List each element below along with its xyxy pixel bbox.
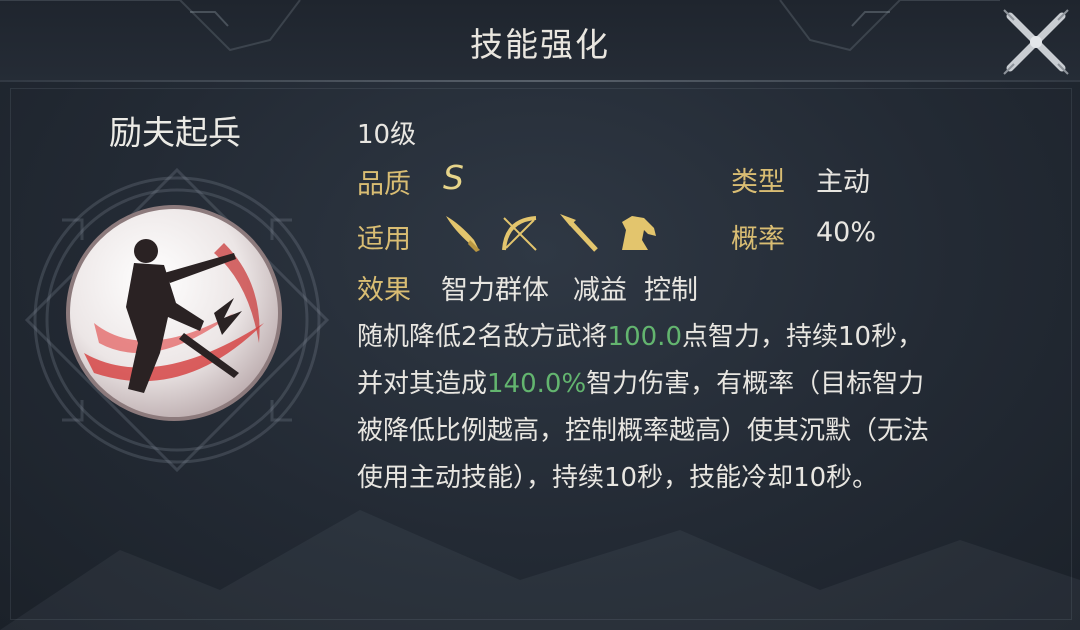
close-icon <box>1003 9 1069 75</box>
desc-text: 智力伤害，有概率（目标智力 <box>586 369 925 399</box>
mountain-watermark <box>0 510 1080 630</box>
quality-label: 品质 <box>357 169 411 200</box>
desc-text: 并对其造成 <box>357 369 488 399</box>
desc-text: 点智力，持续10秒， <box>681 322 924 352</box>
effect-tag: 智力群体 <box>441 275 549 306</box>
desc-highlight: 140.0% <box>487 369 587 399</box>
sword-icon <box>446 216 480 252</box>
type-label: 类型 <box>731 167 785 198</box>
type-value: 主动 <box>816 167 870 198</box>
desc-text: 随机降低2名敌方武将 <box>357 322 608 352</box>
effect-tag: 控制 <box>644 275 698 306</box>
skill-icon <box>66 205 282 421</box>
page-title: 技能强化 <box>470 25 610 64</box>
bow-icon <box>502 216 537 251</box>
effect-tag: 减益 <box>573 275 627 306</box>
desc-highlight: 100.0 <box>607 322 682 352</box>
close-button[interactable] <box>1000 6 1072 78</box>
applicable-label: 适用 <box>357 224 411 255</box>
chance-value: 40% <box>816 217 877 248</box>
spear-icon <box>560 214 598 252</box>
skill-level: 10级 <box>357 120 417 150</box>
skill-name: 励夫起兵 <box>109 113 241 152</box>
horse-icon <box>622 216 656 250</box>
desc-text: 被降低比例越高，控制概率越高）使其沉默（无法 <box>357 416 930 446</box>
header-divider <box>0 80 1080 82</box>
effect-label: 效果 <box>357 275 411 306</box>
chance-label: 概率 <box>731 224 785 255</box>
quality-grade: S <box>443 158 464 197</box>
